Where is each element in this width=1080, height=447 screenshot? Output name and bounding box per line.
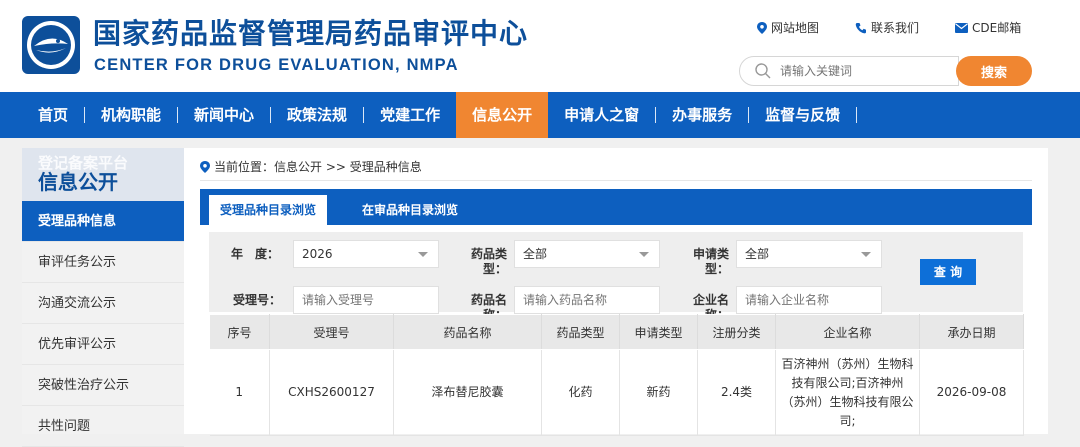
- col-header-reg-class[interactable]: 注册分类: [697, 314, 776, 350]
- table-header-row: 序号 受理号 药品名称 药品类型 申请类型 注册分类 企业名称 承办日期: [209, 314, 1024, 350]
- tab-under-review-catalog[interactable]: 在审品种目录浏览: [340, 195, 480, 225]
- col-header-date[interactable]: 承办日期: [919, 314, 1024, 350]
- search-button[interactable]: 搜索: [956, 56, 1032, 86]
- cell-apply-type: 新药: [619, 349, 698, 436]
- sidebar-item-review-tasks[interactable]: 审评任务公示: [22, 242, 184, 283]
- phone-icon: [855, 22, 867, 33]
- nav-divider: [856, 107, 858, 123]
- nav-news[interactable]: 新闻中心: [178, 92, 270, 138]
- sitemap-link[interactable]: 网站地图: [757, 19, 819, 36]
- breadcrumb: 当前位置：信息公开 >> 受理品种信息: [200, 158, 422, 175]
- cde-logo[interactable]: [22, 16, 80, 74]
- search-box: [739, 56, 959, 86]
- chevron-down-icon: [418, 252, 428, 257]
- cell-index: 1: [209, 349, 270, 436]
- year-label: 年 度：: [231, 247, 280, 261]
- table-row[interactable]: 1 CXHS2600127 泽布替尼胶囊 化药 新药 2.4类 百济神州（苏州）…: [209, 349, 1024, 436]
- accept-no-input[interactable]: [293, 286, 439, 314]
- divider: [200, 180, 1032, 181]
- sidebar-item-breakthrough[interactable]: 突破性治疗公示: [22, 365, 184, 406]
- main-content: 当前位置：信息公开 >> 受理品种信息 受理品种目录浏览 在审品种目录浏览 年 …: [184, 148, 1048, 436]
- chevron-down-icon: [861, 252, 871, 257]
- nav-applicant[interactable]: 申请人之窗: [548, 92, 655, 138]
- results-table: 序号 受理号 药品名称 药品类型 申请类型 注册分类 企业名称 承办日期 1 C…: [209, 314, 1024, 436]
- col-header-apply-type[interactable]: 申请类型: [619, 314, 698, 350]
- query-button[interactable]: 查 询: [920, 259, 976, 285]
- contact-link[interactable]: 联系我们: [855, 19, 919, 36]
- apply-type-select[interactable]: 全部: [736, 240, 882, 268]
- col-header-drug-name[interactable]: 药品名称: [393, 314, 542, 350]
- nav-services[interactable]: 办事服务: [656, 92, 748, 138]
- mail-link[interactable]: CDE邮箱: [955, 19, 1021, 36]
- apply-type-label: 申请类型：: [692, 247, 729, 276]
- mail-label: CDE邮箱: [972, 21, 1022, 35]
- sidebar-item-priority-review[interactable]: 优先审评公示: [22, 324, 184, 365]
- drug-type-label: 药品类型：: [470, 247, 507, 276]
- top-links: 网站地图 联系我们 CDE邮箱: [757, 19, 1057, 36]
- drug-name-input[interactable]: [514, 286, 660, 314]
- sidebar: 登记备案平台 信息公开 受理品种信息 审评任务公示 沟通交流公示 优先审评公示 …: [22, 148, 184, 447]
- accept-no-label: 受理号：: [232, 293, 281, 307]
- mail-icon: [955, 22, 969, 33]
- col-header-drug-type[interactable]: 药品类型: [541, 314, 620, 350]
- breadcrumb-text: 当前位置：信息公开 >> 受理品种信息: [214, 160, 422, 174]
- nav-home[interactable]: 首页: [22, 92, 84, 138]
- cell-drug-name: 泽布替尼胶囊: [393, 349, 542, 436]
- cell-drug-type: 化药: [541, 349, 620, 436]
- site-title-en: CENTER FOR DRUG EVALUATION, NMPA: [94, 56, 459, 74]
- cell-accept-no[interactable]: CXHS2600127: [269, 349, 394, 436]
- cell-reg-class: 2.4类: [697, 349, 776, 436]
- chevron-down-icon: [639, 252, 649, 257]
- main-nav: 首页 机构职能 新闻中心 政策法规 党建工作 信息公开 申请人之窗 办事服务 监…: [0, 92, 1080, 138]
- location-pin-icon: [757, 21, 767, 34]
- sitemap-label: 网站地图: [771, 21, 820, 35]
- company-input[interactable]: [736, 286, 882, 314]
- nav-policy[interactable]: 政策法规: [271, 92, 363, 138]
- cell-company: 百济神州（苏州）生物科技有限公司;百济神州（苏州）生物科技有限公司;: [775, 349, 920, 436]
- sidebar-item-common-issues[interactable]: 共性问题: [22, 406, 184, 447]
- nav-functions[interactable]: 机构职能: [85, 92, 177, 138]
- sidebar-item-accepted-drugs[interactable]: 受理品种信息: [22, 201, 184, 242]
- year-select[interactable]: 2026: [293, 240, 439, 268]
- tab-accepted-catalog[interactable]: 受理品种目录浏览: [209, 195, 327, 225]
- tab-bar: 受理品种目录浏览 在审品种目录浏览: [200, 189, 1032, 225]
- search-icon: [755, 63, 771, 79]
- sidebar-title: 信息公开: [38, 170, 118, 194]
- search-input[interactable]: [780, 64, 950, 78]
- filter-panel: 年 度： 2026 药品类型： 全部 申请类型： 全部 查 询 受理号： 药品名…: [209, 232, 1023, 322]
- nav-party[interactable]: 党建工作: [364, 92, 456, 138]
- drug-type-select[interactable]: 全部: [514, 240, 660, 268]
- site-header: 国家药品监督管理局药品审评中心 CENTER FOR DRUG EVALUATI…: [0, 0, 1080, 92]
- cell-date: 2026-09-08: [919, 349, 1024, 436]
- site-title-cn: 国家药品监督管理局药品审评中心: [93, 17, 529, 50]
- sidebar-header: 登记备案平台 信息公开: [22, 148, 184, 201]
- drug-type-select-value: 全部: [523, 247, 548, 261]
- contact-label: 联系我们: [871, 21, 920, 35]
- col-header-accept-no[interactable]: 受理号: [269, 314, 394, 350]
- sidebar-item-communication[interactable]: 沟通交流公示: [22, 283, 184, 324]
- year-select-value: 2026: [302, 247, 333, 261]
- col-header-company[interactable]: 企业名称: [775, 314, 920, 350]
- col-header-index: 序号: [209, 314, 270, 350]
- apply-type-select-value: 全部: [745, 247, 770, 261]
- nav-supervision[interactable]: 监督与反馈: [749, 92, 856, 138]
- nav-info-disclosure[interactable]: 信息公开: [456, 92, 549, 138]
- location-pin-icon: [200, 160, 210, 173]
